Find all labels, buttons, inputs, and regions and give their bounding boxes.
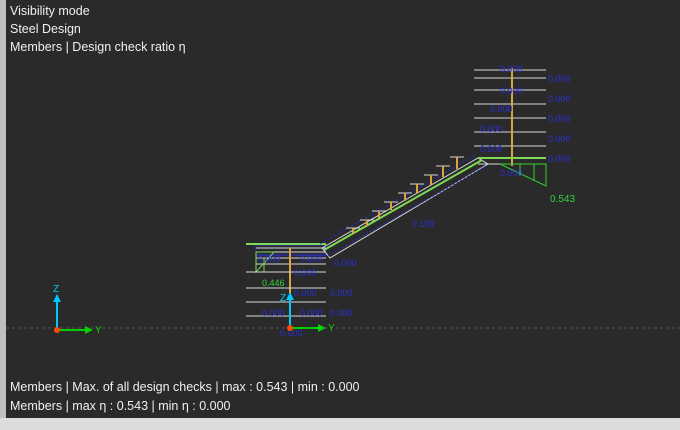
svg-text:0.000: 0.000 (294, 268, 317, 278)
model-axis-z-label: Z (280, 293, 286, 304)
svg-text:0.000: 0.000 (548, 94, 571, 104)
svg-text:0.000: 0.000 (480, 124, 503, 134)
svg-text:0.000: 0.000 (500, 168, 523, 178)
model-view[interactable]: 0.000 0.000 0.000 0.000 0.446 0.000 0.00… (0, 0, 680, 430)
svg-text:0.000: 0.000 (490, 104, 513, 114)
stringer-ratio: 0.199 (412, 219, 435, 229)
svg-text:0.000: 0.000 (300, 308, 323, 318)
left-landing-ratio: 0.446 (262, 278, 285, 288)
model-axis-y-label: Y (328, 323, 335, 334)
svg-text:0.000: 0.000 (294, 288, 317, 298)
summary-line-2: Members | max η : 0.543 | min η : 0.000 (10, 399, 231, 413)
orientation-axis-y-label: Y (95, 325, 102, 336)
svg-text:0.000: 0.000 (548, 74, 571, 84)
svg-text:0.000: 0.000 (548, 114, 571, 124)
orientation-axis-z-label: Z (53, 284, 59, 295)
upper-landing[interactable]: 0.000 0.000 0.000 0.000 0.000 0.000 0.00… (474, 64, 575, 205)
svg-text:0.000: 0.000 (500, 64, 523, 74)
stair-steps (346, 156, 464, 234)
max-ratio-label: 0.543 (550, 194, 575, 205)
svg-text:0.000: 0.000 (480, 144, 503, 154)
summary-line-1: Members | Max. of all design checks | ma… (10, 380, 360, 394)
svg-text:0.000: 0.000 (330, 308, 353, 318)
svg-text:0.000: 0.000 (334, 258, 357, 268)
svg-text:0.000: 0.000 (300, 254, 323, 264)
svg-text:0.000: 0.000 (548, 134, 571, 144)
panel-header-strip (0, 418, 680, 430)
lower-landing[interactable]: 0.000 0.000 0.000 0.000 0.446 0.000 0.00… (246, 243, 357, 338)
svg-text:0.000: 0.000 (548, 154, 571, 164)
stair-stringer[interactable]: 0.199 (319, 154, 489, 259)
svg-text:0.000: 0.000 (258, 254, 281, 264)
stringer-member (323, 159, 483, 251)
svg-text:0.000: 0.000 (500, 86, 523, 96)
svg-text:0.000: 0.000 (262, 308, 285, 318)
svg-text:0.000: 0.000 (330, 288, 353, 298)
